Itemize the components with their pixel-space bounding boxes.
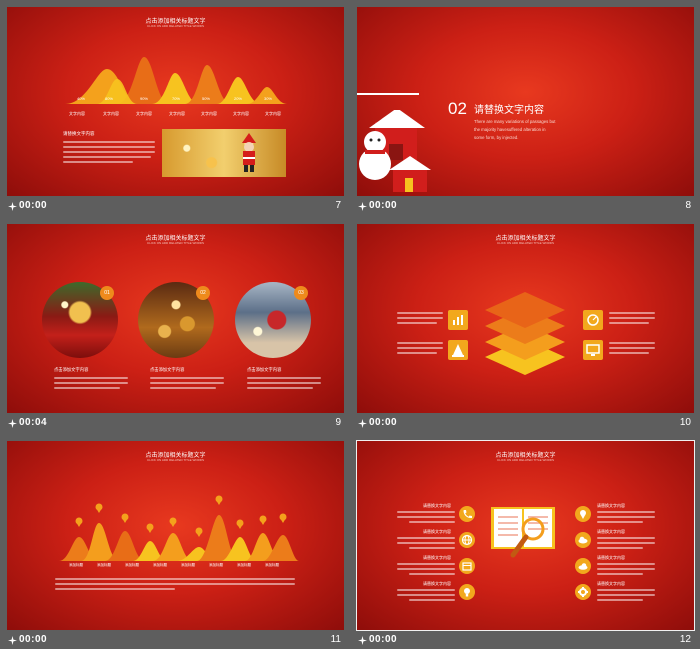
column-heading: 点击添加文字内容 bbox=[150, 367, 185, 372]
item-heading: 请替换文字内容 bbox=[597, 503, 625, 508]
chart-label: 添加标题 bbox=[237, 563, 251, 567]
step-badge: 03 bbox=[294, 286, 308, 300]
slide-number: 9 bbox=[335, 417, 341, 428]
slide-timing: 00:00 bbox=[19, 634, 48, 645]
lightbulb-icon bbox=[459, 584, 475, 600]
chart-label: 文字内容 bbox=[265, 111, 281, 116]
cone-icon bbox=[448, 340, 468, 360]
slide-thumbnail-8[interactable]: 02 请替换文字内容 There are many variations of … bbox=[357, 7, 694, 217]
cloud-upload-icon bbox=[575, 532, 591, 548]
divider-line bbox=[357, 93, 419, 95]
compass-icon bbox=[583, 310, 603, 330]
bar-chart-icon bbox=[448, 310, 468, 330]
chart-label: 添加标题 bbox=[97, 563, 111, 567]
chart-label: 添加标题 bbox=[125, 563, 139, 567]
monitor-icon bbox=[583, 340, 603, 360]
percent-label: 50% bbox=[201, 96, 210, 101]
slide-subtitle: CLICK ON ADD RELATED TITLE WORDS bbox=[147, 241, 204, 245]
chart-label: 添加标题 bbox=[69, 563, 83, 567]
star-sparkle-icon bbox=[8, 202, 17, 211]
slide-number: 8 bbox=[685, 200, 691, 211]
chart-label: 文字内容 bbox=[201, 111, 217, 116]
chart-label: 文字内容 bbox=[69, 111, 85, 116]
slide-caption: 00:04 9 bbox=[7, 413, 344, 434]
slide-thumbnail-7[interactable]: 点击添加相关标题文字 CLICK ON ADD RELATED TITLE WO… bbox=[7, 7, 344, 217]
column-heading: 点击添加文字内容 bbox=[54, 367, 89, 372]
star-sparkle-icon bbox=[8, 419, 17, 428]
item-heading: 请替换文字内容 bbox=[423, 581, 451, 586]
christmas-photo bbox=[162, 129, 286, 177]
item-heading: 请替换文字内容 bbox=[597, 555, 625, 560]
slide-timing: 00:00 bbox=[19, 200, 48, 211]
item-heading: 请替换文字内容 bbox=[423, 503, 451, 508]
chart-label: 文字内容 bbox=[136, 111, 152, 116]
globe-icon bbox=[459, 532, 475, 548]
slide-preview[interactable]: 点击添加相关标题文字 CLICK ON ADD RELATED TITLE WO… bbox=[7, 441, 344, 630]
slide-timing: 00:00 bbox=[369, 200, 398, 211]
slide-thumbnail-11[interactable]: 点击添加相关标题文字 CLICK ON ADD RELATED TITLE WO… bbox=[7, 441, 344, 649]
slide-preview[interactable]: 点击添加相关标题文字 CLICK ON ADD RELATED TITLE WO… bbox=[7, 224, 344, 413]
slide-timing: 00:04 bbox=[19, 417, 48, 428]
slide-number: 11 bbox=[330, 634, 341, 645]
slide-preview[interactable]: 02 请替换文字内容 There are many variations of … bbox=[357, 7, 694, 196]
star-sparkle-icon bbox=[358, 636, 367, 645]
slide-number: 12 bbox=[679, 634, 691, 645]
chart-label: 添加标题 bbox=[265, 563, 279, 567]
slide-caption: 00:00 8 bbox=[357, 196, 694, 217]
slide-number: 10 bbox=[679, 417, 691, 428]
slide-caption: 00:00 11 bbox=[7, 630, 344, 649]
chart-label: 文字内容 bbox=[169, 111, 185, 116]
gear-icon bbox=[575, 584, 591, 600]
slide-timing: 00:00 bbox=[369, 634, 398, 645]
star-sparkle-icon bbox=[8, 636, 17, 645]
percent-label: 20% bbox=[233, 96, 242, 101]
item-heading: 请替换文字内容 bbox=[423, 555, 451, 560]
percent-label: 90% bbox=[139, 96, 148, 101]
phone-icon bbox=[459, 506, 475, 522]
star-sparkle-icon bbox=[358, 419, 367, 428]
percent-label: 40% bbox=[76, 96, 85, 101]
slide-caption: 00:00 7 bbox=[7, 196, 344, 217]
slide-number: 7 bbox=[335, 200, 341, 211]
slide-preview[interactable]: 点击添加相关标题文字 CLICK ON ADD RELATED TITLE WO… bbox=[7, 7, 344, 196]
mountain-chart-pins bbox=[59, 495, 299, 561]
step-badge: 02 bbox=[196, 286, 210, 300]
cloud-icon bbox=[575, 558, 591, 574]
column-heading: 点击添加文字内容 bbox=[247, 367, 282, 372]
slide-thumbnail-9[interactable]: 点击添加相关标题文字 CLICK ON ADD RELATED TITLE WO… bbox=[7, 224, 344, 434]
section-number: 02 bbox=[448, 99, 467, 118]
percent-label: 30% bbox=[263, 96, 272, 101]
slide-preview[interactable]: 点击添加相关标题文字 CLICK ON ADD RELATED TITLE WO… bbox=[356, 440, 695, 631]
star-sparkle-icon bbox=[358, 202, 367, 211]
slide-caption: 00:00 12 bbox=[357, 630, 694, 649]
body-line: some form, by injected. bbox=[474, 135, 519, 140]
percent-label: 70% bbox=[171, 96, 180, 101]
slide-subtitle: CLICK ON ADD RELATED TITLE WORDS bbox=[497, 458, 554, 462]
slide-preview[interactable]: 点击添加相关标题文字 CLICK ON ADD RELATED TITLE WO… bbox=[357, 224, 694, 413]
item-heading: 请替换文字内容 bbox=[423, 529, 451, 534]
location-pin-icon bbox=[575, 506, 591, 522]
step-badge: 01 bbox=[100, 286, 114, 300]
slide-thumbnail-12[interactable]: 点击添加相关标题文字 CLICK ON ADD RELATED TITLE WO… bbox=[356, 440, 695, 649]
slide-timing: 00:00 bbox=[369, 417, 398, 428]
item-heading: 请替换文字内容 bbox=[597, 529, 625, 534]
text-heading: 请替换文字内容 bbox=[63, 131, 95, 136]
percent-label: 80% bbox=[104, 96, 113, 101]
layers-stack-graphic bbox=[485, 292, 565, 375]
chart-label: 添加标题 bbox=[209, 563, 223, 567]
chart-label: 文字内容 bbox=[233, 111, 249, 116]
body-line: the majority havesuffered alteration in bbox=[474, 127, 546, 132]
calendar-icon bbox=[459, 558, 475, 574]
slide-thumbnail-10[interactable]: 点击添加相关标题文字 CLICK ON ADD RELATED TITLE WO… bbox=[357, 224, 694, 434]
chart-label: 文字内容 bbox=[103, 111, 119, 116]
snowman-house-illustration bbox=[359, 110, 431, 192]
chart-label: 添加标题 bbox=[153, 563, 167, 567]
chart-label: 添加标题 bbox=[181, 563, 195, 567]
section-title: 请替换文字内容 bbox=[474, 105, 544, 116]
santa-figure bbox=[242, 133, 256, 172]
body-line: There are many variations of passages bu… bbox=[474, 119, 556, 124]
book-magnifier-graphic bbox=[491, 507, 555, 558]
slide-caption: 00:00 10 bbox=[357, 413, 694, 434]
item-heading: 请替换文字内容 bbox=[597, 581, 625, 586]
